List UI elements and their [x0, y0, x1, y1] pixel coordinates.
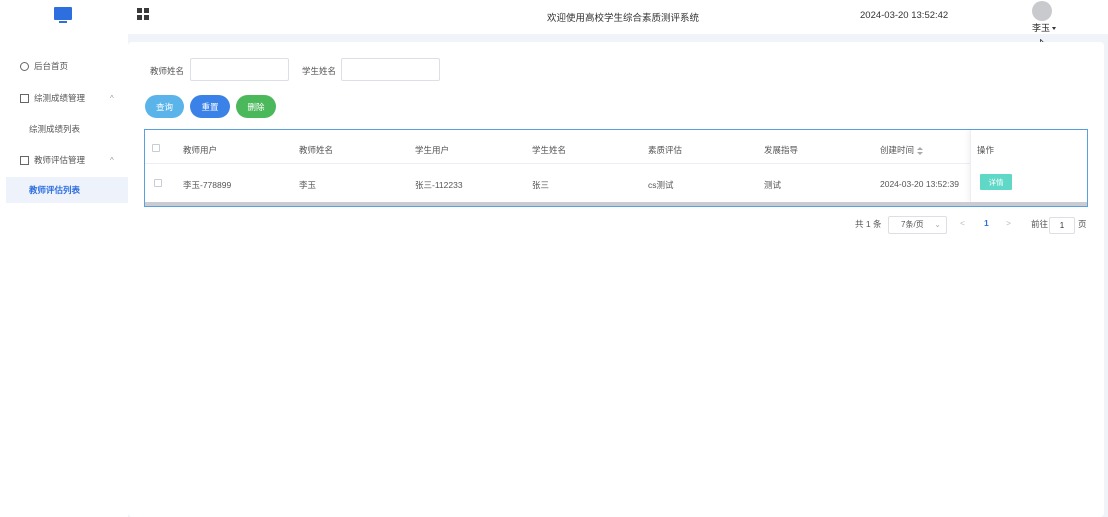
cell-student-name: 张三: [532, 180, 550, 190]
row-divider: [145, 163, 1087, 164]
column-header: 学生姓名: [532, 145, 567, 155]
user-menu[interactable]: 李玉: [1032, 21, 1057, 34]
column-header: 发展指导: [764, 145, 799, 155]
sidebar-item-home[interactable]: 后台首页: [0, 53, 128, 79]
next-page-button[interactable]: >: [1006, 218, 1011, 228]
column-header: 学生用户: [415, 145, 450, 155]
total-count: 共 1 条: [855, 219, 882, 229]
query-button[interactable]: 查询: [145, 95, 184, 118]
column-header: 操作: [977, 145, 995, 155]
goto-page-input[interactable]: 1: [1049, 217, 1075, 234]
goto-label: 前往: [1031, 219, 1049, 229]
page-number-current[interactable]: 1: [984, 218, 989, 228]
cell-teacher-user: 李玉-778899: [183, 180, 232, 190]
row-checkbox[interactable]: [154, 179, 162, 187]
chevron-up-icon: ^: [110, 93, 114, 103]
sidebar-item-label: 综测成绩列表: [29, 124, 81, 134]
chevron-up-icon: ^: [110, 155, 114, 165]
checkbox-icon: [20, 155, 29, 165]
sidebar-item-label: 后台首页: [34, 61, 69, 71]
sidebar-item-score-management[interactable]: 综测成绩管理 ^: [0, 85, 128, 111]
detail-button[interactable]: 详情: [980, 174, 1012, 190]
sidebar-item-label: 教师评估列表: [29, 185, 81, 195]
page-title: 欢迎使用高校学生综合素质测评系统: [547, 13, 700, 24]
sidebar-item-teacher-evaluation-list[interactable]: 教师评估列表: [6, 177, 128, 203]
cell-teacher-name: 李玉: [299, 180, 317, 190]
cell-evaluation: cs测试: [648, 180, 674, 190]
top-bar: 欢迎使用高校学生综合素质测评系统 2024-03-20 13:52:42 李玉: [0, 0, 1108, 34]
sidebar-item-label: 综测成绩管理: [34, 93, 86, 103]
student-name-label: 学生姓名: [302, 66, 337, 76]
sidebar-item-label: 教师评估管理: [34, 155, 86, 165]
cell-created: 2024-03-20 13:52:39: [880, 179, 959, 189]
fixed-operation-column: 操作 详情: [970, 130, 1087, 202]
chevron-down-icon: ⌄: [934, 220, 941, 229]
sidebar: 后台首页 综测成绩管理 ^ 综测成绩列表 教师评估管理 ^ 教师评估列表: [0, 34, 128, 517]
cell-student-user: 张三-112233: [415, 180, 463, 190]
current-datetime: 2024-03-20 13:52:42: [860, 10, 949, 21]
teacher-name-label: 教师姓名: [150, 66, 185, 76]
select-all-checkbox[interactable]: [152, 144, 160, 152]
main-panel: [128, 42, 1104, 517]
column-header: 素质评估: [648, 145, 683, 155]
horizontal-scrollbar[interactable]: [145, 202, 1087, 206]
delete-button[interactable]: 删除: [236, 95, 276, 118]
student-name-input[interactable]: [341, 58, 440, 81]
page-size-value: 7条/页: [901, 220, 924, 229]
clock-icon: [20, 61, 29, 71]
document-icon: [20, 93, 29, 103]
caret-down-icon: [1052, 27, 1057, 31]
column-header-label: 创建时间: [880, 145, 915, 155]
column-header: 教师用户: [183, 145, 218, 155]
prev-page-button[interactable]: <: [960, 218, 965, 228]
column-header: 教师姓名: [299, 145, 334, 155]
cell-guidance: 测试: [764, 180, 782, 190]
avatar[interactable]: [1032, 1, 1052, 21]
user-name: 李玉: [1032, 23, 1051, 33]
monitor-logo-icon: [54, 7, 72, 24]
sidebar-item-teacher-evaluation-management[interactable]: 教师评估管理 ^: [0, 147, 128, 173]
page-size-select[interactable]: 7条/页 ⌄: [888, 216, 947, 234]
teacher-name-input[interactable]: [190, 58, 289, 81]
menu-grid-icon[interactable]: [137, 8, 149, 20]
page-suffix: 页: [1078, 219, 1087, 229]
sidebar-item-score-list[interactable]: 综测成绩列表: [0, 116, 128, 142]
sort-icon[interactable]: [917, 146, 924, 155]
column-header-created-sortable[interactable]: 创建时间: [880, 144, 924, 156]
reset-button[interactable]: 重置: [190, 95, 230, 118]
data-table: 教师用户 教师姓名 学生用户 学生姓名 素质评估 发展指导 创建时间 李玉-77…: [144, 129, 1088, 207]
